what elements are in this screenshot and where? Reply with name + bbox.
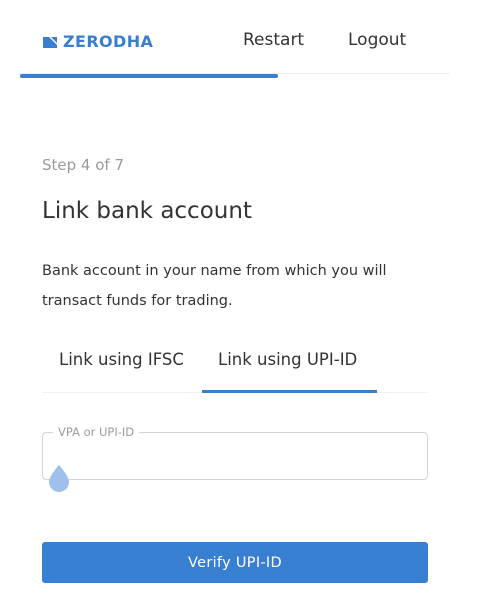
active-tab-indicator	[202, 390, 377, 393]
logo-text: ZERODHA	[63, 31, 154, 51]
zerodha-logo-icon	[43, 34, 57, 48]
page-description: Bank account in your name from which you…	[42, 263, 387, 309]
restart-link[interactable]: Restart	[243, 30, 304, 50]
text-cursor-handle-icon[interactable]	[48, 463, 70, 497]
top-header: ZERODHA Restart Logout	[0, 0, 499, 78]
tab-link-using-upi-id[interactable]: Link using UPI-ID	[218, 350, 357, 369]
onboarding-progress-bar	[20, 74, 278, 78]
upi-id-field-label: VPA or UPI-ID	[53, 425, 140, 439]
verify-upi-id-button[interactable]: Verify UPI-ID	[42, 542, 428, 583]
upi-id-field: VPA or UPI-ID	[42, 425, 428, 480]
zerodha-logo: ZERODHA	[43, 31, 153, 51]
upi-id-input[interactable]	[55, 443, 414, 473]
tab-link-using-ifsc[interactable]: Link using IFSC	[59, 350, 184, 369]
link-method-tabs: Link using IFSC Link using UPI-ID	[42, 340, 428, 394]
logout-link[interactable]: Logout	[348, 30, 406, 50]
step-indicator: Step 4 of 7	[42, 156, 125, 174]
page-title: Link bank account	[42, 198, 252, 224]
